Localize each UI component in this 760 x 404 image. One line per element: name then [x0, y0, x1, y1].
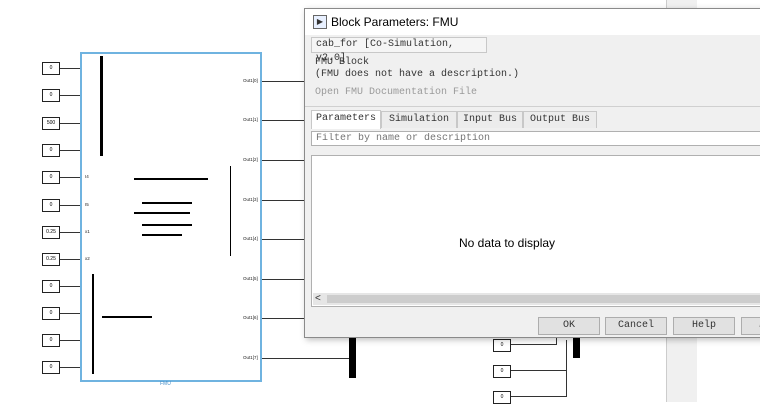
output-port-label: Out1[6]	[243, 315, 258, 320]
signal-line[interactable]	[60, 123, 80, 124]
signal-line[interactable]	[510, 370, 567, 371]
constant-block[interactable]: 0	[42, 144, 60, 157]
cancel-button[interactable]: Cancel	[605, 317, 667, 335]
fmu-block[interactable]: I4 I5 x1 x2	[80, 52, 262, 382]
tab-simulation[interactable]: Simulation	[381, 111, 457, 128]
signal-line[interactable]	[262, 358, 350, 359]
scroll-left-icon[interactable]: <	[315, 293, 325, 305]
signal-line[interactable]	[60, 177, 80, 178]
scrollbar-thumb[interactable]	[327, 295, 760, 303]
signal-line[interactable]	[60, 232, 80, 233]
simulink-block-icon: ▶	[313, 15, 327, 29]
apply-button[interactable]: A	[741, 317, 760, 335]
signal-line[interactable]	[60, 205, 80, 206]
inner-line	[142, 234, 182, 236]
constant-block[interactable]: 0.25	[42, 253, 60, 266]
constant-block[interactable]: 0	[42, 199, 60, 212]
constant-block[interactable]: 0.25	[42, 226, 60, 239]
output-port-label: Out1[0]	[243, 78, 258, 83]
output-port-label: Out1[3]	[243, 197, 258, 202]
signal-line[interactable]	[60, 286, 80, 287]
description-text: (FMU does not have a description.)	[315, 69, 520, 80]
dialog-title: Block Parameters: FMU	[331, 15, 459, 29]
divider	[305, 106, 760, 107]
mux-block[interactable]	[349, 334, 356, 378]
signal-line[interactable]	[60, 95, 80, 96]
inner-line	[134, 212, 190, 214]
signal-line[interactable]	[262, 279, 304, 280]
output-port-label: Out1[7]	[243, 355, 258, 360]
inner-line	[102, 316, 152, 318]
signal-line[interactable]	[60, 340, 80, 341]
inner-line	[230, 166, 231, 256]
port-label: x1	[85, 229, 90, 234]
constant-block[interactable]: 0	[42, 89, 60, 102]
bus-bar	[100, 56, 103, 156]
constant-block[interactable]: 0	[42, 307, 60, 320]
block-parameters-dialog: ▶ Block Parameters: FMU cab_for [Co-Simu…	[304, 8, 760, 338]
inner-line	[134, 178, 208, 180]
constant-block[interactable]: 0	[493, 365, 511, 378]
inner-line	[142, 202, 192, 204]
port-label: I5	[85, 202, 89, 207]
signal-line[interactable]	[262, 200, 304, 201]
constant-block[interactable]: 0	[42, 361, 60, 374]
description-heading: FMU Block	[315, 57, 370, 68]
signal-line[interactable]	[262, 239, 304, 240]
constant-block[interactable]: 0	[42, 334, 60, 347]
output-port-label: Out1[1]	[243, 117, 258, 122]
tab-input-bus[interactable]: Input Bus	[457, 111, 523, 128]
tab-parameters[interactable]: Parameters	[311, 110, 381, 129]
ok-button[interactable]: OK	[538, 317, 600, 335]
empty-message: No data to display	[458, 236, 556, 250]
filter-input[interactable]	[311, 131, 760, 146]
parameters-table[interactable]: No data to display <	[311, 155, 760, 307]
bus-bar	[92, 274, 94, 374]
signal-line[interactable]	[566, 340, 567, 396]
output-port-label: Out1[5]	[243, 276, 258, 281]
fmu-type-label: cab_for [Co-Simulation, v2.0]	[311, 37, 487, 64]
signal-line[interactable]	[60, 313, 80, 314]
signal-line[interactable]	[60, 68, 80, 69]
port-label: x2	[85, 256, 90, 261]
signal-line[interactable]	[262, 120, 304, 121]
signal-line[interactable]	[510, 396, 567, 397]
signal-line[interactable]	[60, 259, 80, 260]
output-port-label: Out1[2]	[243, 157, 258, 162]
inner-line	[142, 224, 192, 226]
signal-line[interactable]	[60, 150, 80, 151]
constant-block[interactable]: 0	[493, 391, 511, 404]
documentation-link[interactable]: Open FMU Documentation File	[315, 87, 477, 98]
signal-line[interactable]	[262, 318, 304, 319]
help-button[interactable]: Help	[673, 317, 735, 335]
constant-block[interactable]: 0	[493, 339, 511, 352]
constant-block[interactable]: 0	[42, 280, 60, 293]
constant-block[interactable]: 0	[42, 62, 60, 75]
horizontal-scrollbar[interactable]: <	[313, 293, 760, 305]
signal-line[interactable]	[262, 81, 304, 82]
tab-output-bus[interactable]: Output Bus	[523, 111, 597, 128]
port-label: I4	[85, 174, 89, 179]
signal-line[interactable]	[262, 160, 304, 161]
output-port-label: Out1[4]	[243, 236, 258, 241]
constant-block[interactable]: 0	[42, 171, 60, 184]
signal-line[interactable]	[60, 367, 80, 368]
dialog-titlebar[interactable]: ▶ Block Parameters: FMU	[305, 9, 760, 35]
fmu-block-name[interactable]: FMU	[160, 381, 171, 387]
signal-line[interactable]	[510, 344, 557, 345]
constant-block[interactable]: 500	[42, 117, 60, 130]
